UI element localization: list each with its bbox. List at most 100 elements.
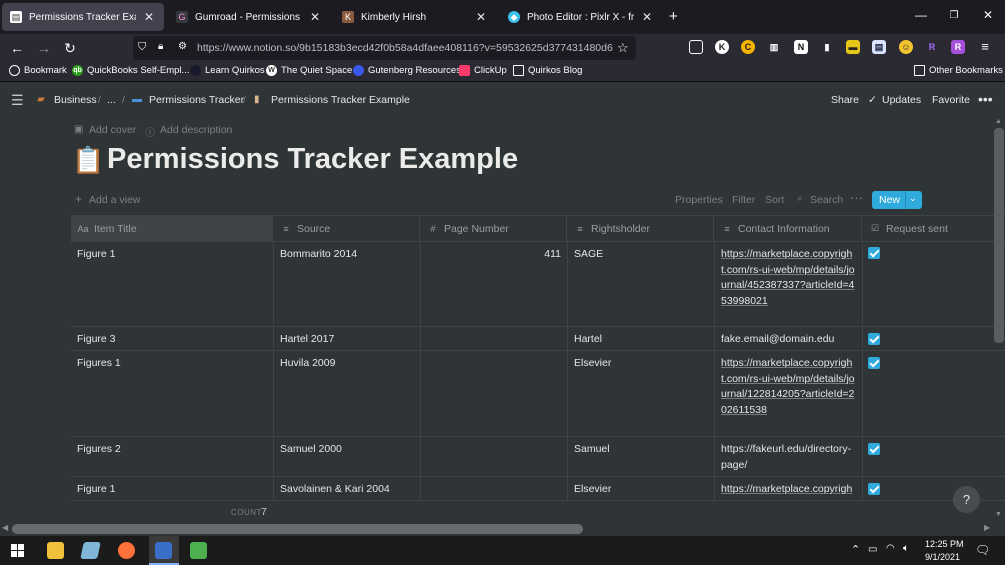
search-button[interactable]: Search <box>810 194 843 206</box>
column-header-item-title[interactable]: Aa Item Title <box>71 216 273 241</box>
column-header-source[interactable]: ≡ Source <box>274 216 420 241</box>
r-purple-extension-icon[interactable]: R <box>951 40 965 54</box>
view-more-icon[interactable]: ··· <box>850 190 863 205</box>
scroll-right-icon[interactable]: ▶ <box>984 523 990 532</box>
cell-source[interactable]: Savolainen & Kari 2004 <box>274 477 421 500</box>
active-app-icon[interactable] <box>155 542 172 559</box>
firefox-icon[interactable] <box>118 542 135 559</box>
window-close-icon[interactable]: ✕ <box>981 8 995 22</box>
permissions-icon[interactable]: ⚙ <box>178 41 187 52</box>
cell-contact-information[interactable]: https://fakeurl.edu/directory-page/ <box>715 437 863 477</box>
minimize-icon[interactable]: — <box>914 8 928 22</box>
greenshot-icon[interactable] <box>190 542 207 559</box>
horizontal-scroll-thumb[interactable] <box>12 524 583 534</box>
new-button[interactable]: New ⌄ <box>872 191 922 209</box>
scroll-down-icon[interactable]: ▼ <box>995 511 1002 518</box>
notion-extension-icon[interactable]: N <box>794 40 808 54</box>
contact-link[interactable]: https://marketplace.copyright.com/rs-ui-… <box>721 248 855 307</box>
horizontal-scrollbar[interactable]: ◀ ▶ <box>0 521 1005 536</box>
column-header-contact-information[interactable]: ≡ Contact Information <box>715 216 862 241</box>
shield-icon[interactable]: ⛉ <box>138 41 146 54</box>
notepad-icon[interactable] <box>80 542 101 559</box>
close-tab-icon[interactable]: ✕ <box>142 10 156 24</box>
sidebar-toggle-icon[interactable]: ☰ <box>11 92 24 109</box>
column-header-rightsholder[interactable]: ≡ Rightsholder <box>568 216 714 241</box>
cell-page-number[interactable] <box>421 351 568 437</box>
back-icon[interactable]: ← <box>8 39 26 57</box>
cell-contact-information[interactable]: fake.email@domain.edu <box>715 327 863 351</box>
tray-chevron-up-icon[interactable]: ⌃ <box>851 543 860 556</box>
coin-extension-icon[interactable]: C <box>741 40 755 54</box>
bookmark-star-icon[interactable]: ☆ <box>617 40 629 56</box>
bookmark-item[interactable]: ClickUp <box>459 65 507 76</box>
windows-start-icon[interactable] <box>11 544 24 557</box>
request-sent-checkbox[interactable] <box>868 333 880 345</box>
forward-icon[interactable]: → <box>35 39 53 57</box>
cell-item-title[interactable]: Figure 3 <box>71 327 274 351</box>
new-tab-icon[interactable]: + <box>669 8 678 25</box>
contact-link[interactable]: https://marketplace.copyright. <box>721 483 852 500</box>
page-emoji-icon[interactable]: 📋 <box>72 143 104 177</box>
cell-item-title[interactable]: Figures 1 <box>71 351 274 437</box>
request-sent-checkbox[interactable] <box>868 483 880 495</box>
emoji-extension-icon[interactable]: ☺ <box>899 40 913 54</box>
bookmark-item[interactable]: qb QuickBooks Self-Empl... <box>72 65 189 76</box>
page-title[interactable]: Permissions Tracker Example <box>107 143 518 176</box>
file-explorer-icon[interactable] <box>47 542 64 559</box>
cell-source[interactable]: Bommarito 2014 <box>274 242 421 327</box>
tab-gumroad[interactable]: G Gumroad - Permissions Tracker ✕ <box>168 3 330 31</box>
cell-contact-information[interactable]: https://marketplace.copyright.com/rs-ui-… <box>715 351 863 437</box>
more-options-icon[interactable]: ••• <box>978 91 993 107</box>
k-extension-icon[interactable]: K <box>715 40 729 54</box>
add-description-button[interactable]: Add description <box>160 124 232 136</box>
column-header-page-number[interactable]: # Page Number <box>421 216 567 241</box>
request-sent-checkbox[interactable] <box>868 443 880 455</box>
add-view-button[interactable]: Add a view <box>89 194 140 206</box>
docs-extension-icon[interactable]: ▤ <box>872 40 886 54</box>
pocket-icon[interactable] <box>689 40 703 54</box>
contact-link[interactable]: https://marketplace.copyright.com/rs-ui-… <box>721 357 855 416</box>
scroll-up-icon[interactable]: ▲ <box>995 118 1002 125</box>
vertical-scroll-thumb[interactable] <box>994 128 1004 343</box>
breadcrumb-current-page[interactable]: Permissions Tracker Example <box>271 94 410 106</box>
properties-button[interactable]: Properties <box>675 194 723 206</box>
lock-icon[interactable]: 🔒︎ <box>158 41 163 52</box>
cell-source[interactable]: Samuel 2000 <box>274 437 421 477</box>
sort-button[interactable]: Sort <box>765 194 784 206</box>
updates-button[interactable]: Updates <box>882 94 921 106</box>
close-tab-icon[interactable]: ✕ <box>474 10 488 24</box>
wifi-icon[interactable]: ◠ <box>886 543 895 554</box>
bucket-extension-icon[interactable]: ▮ <box>820 40 834 54</box>
breadcrumb-permissions-tracker[interactable]: Permissions Tracker <box>149 94 244 106</box>
tab-permissions-tracker-example[interactable]: ▤ Permissions Tracker Example ✕ <box>2 3 164 31</box>
volume-icon[interactable]: 🔈︎ <box>903 543 909 554</box>
search-icon[interactable]: ⌕ <box>797 193 803 204</box>
cell-contact-information[interactable]: https://marketplace.copyright.com/rs-ui-… <box>715 242 863 327</box>
filter-button[interactable]: Filter <box>732 194 755 206</box>
share-button[interactable]: Share <box>831 94 859 106</box>
notifications-icon[interactable]: 🗨︎ <box>975 543 990 557</box>
cell-page-number[interactable] <box>421 437 568 477</box>
cell-source[interactable]: Hartel 2017 <box>274 327 421 351</box>
help-button[interactable]: ? <box>953 486 980 513</box>
scroll-left-icon[interactable]: ◀ <box>2 523 8 532</box>
battery-icon[interactable]: ▭ <box>868 544 877 555</box>
column-header-request-sent[interactable]: ☑ Request sent <box>863 216 1005 241</box>
cell-page-number[interactable] <box>421 477 568 500</box>
breadcrumb-business[interactable]: Business <box>54 94 97 106</box>
tab-pixlr[interactable]: ◆ Photo Editor : Pixlr X - free imag ✕ <box>500 3 662 31</box>
vertical-scrollbar[interactable]: ▲ ▼ <box>993 118 1005 521</box>
url-text[interactable]: https://www.notion.so/9b15183b3ecd42f0b5… <box>197 42 621 54</box>
clock-date[interactable]: 9/1/2021 <box>925 552 960 562</box>
bookmark-item[interactable]: Gutenberg Resources <box>353 65 461 76</box>
cell-rightsholder[interactable]: Samuel <box>568 437 715 477</box>
restore-icon[interactable]: ❐ <box>947 10 961 21</box>
cell-item-title[interactable]: Figures 2 <box>71 437 274 477</box>
bookmark-item[interactable]: Learn Quirkos <box>190 65 265 76</box>
bookmark-item[interactable]: W The Quiet Space <box>266 65 352 76</box>
cell-rightsholder[interactable]: Elsevier <box>568 477 715 500</box>
address-bar[interactable]: ⛉ 🔒︎ ⚙ https://www.notion.so/9b15183b3ec… <box>133 36 636 60</box>
bookmark-item[interactable]: Quirkos Blog <box>513 65 582 76</box>
request-sent-checkbox[interactable] <box>868 357 880 369</box>
cell-rightsholder[interactable]: Elsevier <box>568 351 715 437</box>
